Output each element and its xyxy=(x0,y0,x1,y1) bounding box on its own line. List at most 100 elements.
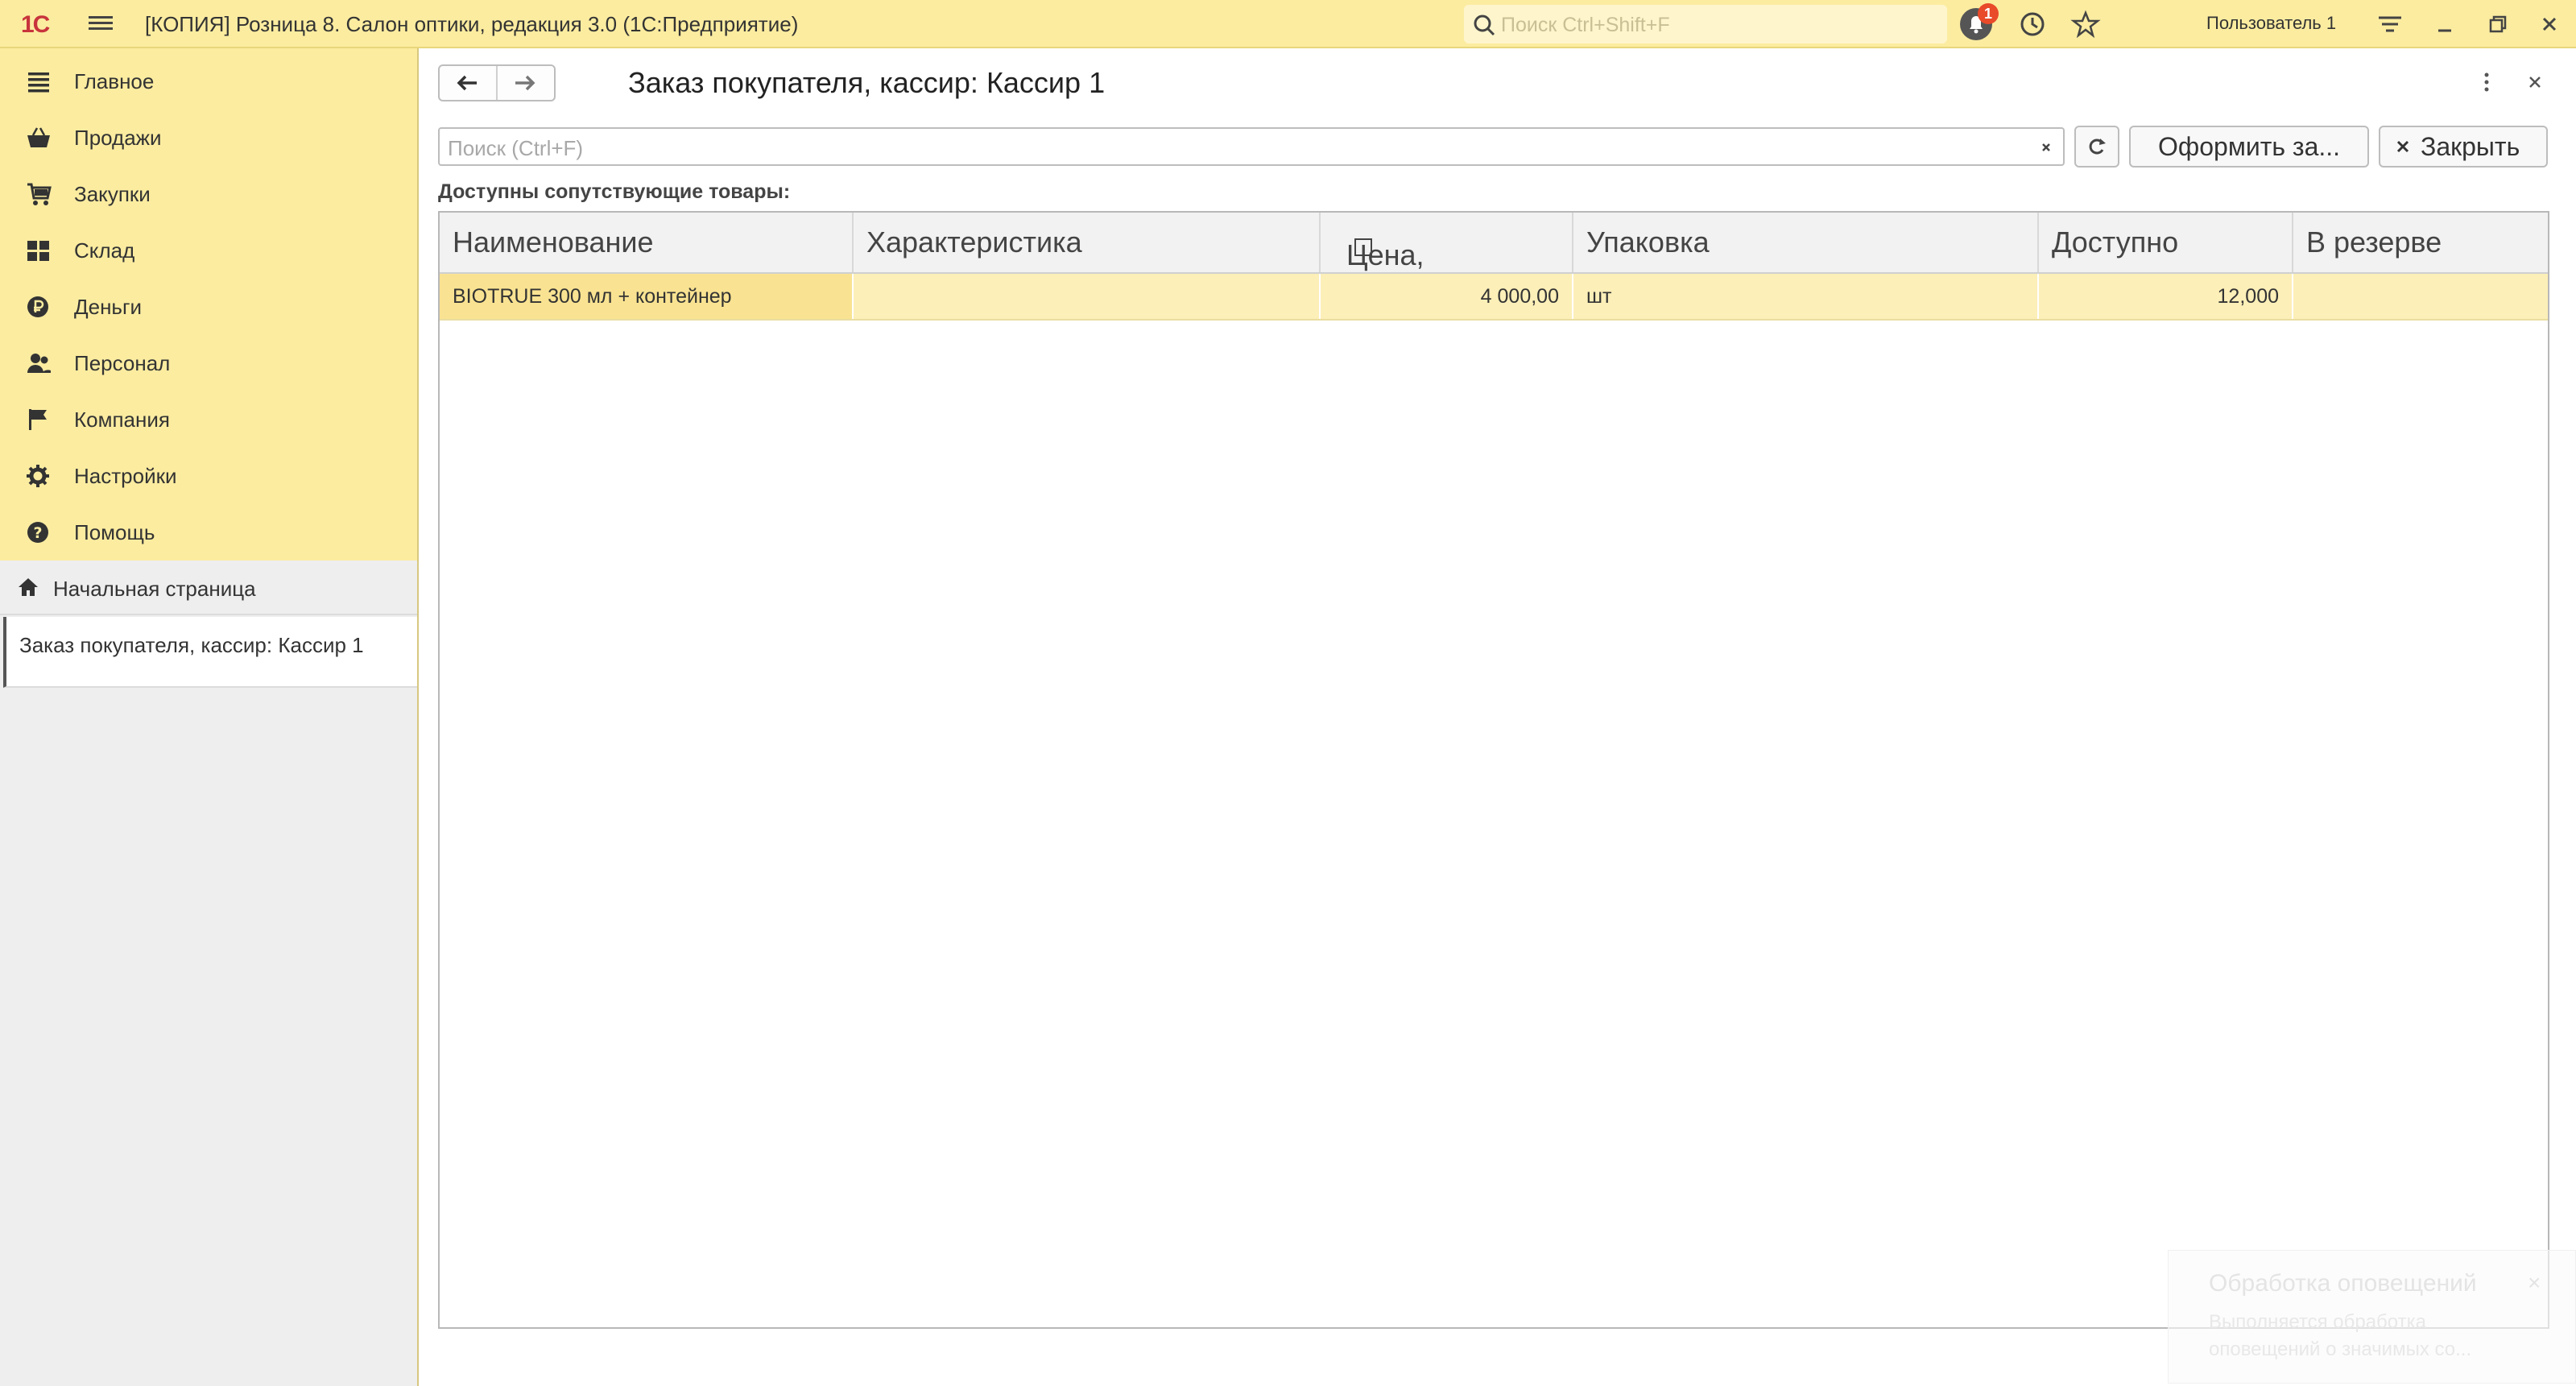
sidebar-item-sales[interactable]: Продажи xyxy=(0,110,417,164)
clear-search-button[interactable] xyxy=(2029,127,2065,166)
column-header-label: В резерве xyxy=(2306,225,2442,259)
gear-icon xyxy=(27,465,49,487)
table-header: Наименование Характеристика Цена, Упаков… xyxy=(440,213,2548,274)
global-search-input[interactable]: Поиск Ctrl+Shift+F xyxy=(1464,5,1947,43)
notification-close-icon[interactable]: × xyxy=(2528,1270,2541,1296)
ruble-icon xyxy=(27,296,48,317)
related-goods-table: Наименование Характеристика Цена, Упаков… xyxy=(438,211,2549,1329)
notification-title: Обработка оповещений xyxy=(2209,1270,2477,1297)
open-window-item[interactable]: Заказ покупателя, кассир: Кассир 1 xyxy=(3,617,417,688)
flag-icon xyxy=(29,409,47,430)
column-header-package[interactable]: Упаковка xyxy=(1573,213,2039,272)
cell-reserved[interactable] xyxy=(2293,274,2548,319)
arrow-right-icon xyxy=(515,75,535,91)
home-icon xyxy=(19,578,38,596)
place-order-label: Оформить за... xyxy=(2158,132,2341,161)
open-window-label: Заказ покупателя, кассир: Кассир 1 xyxy=(19,633,364,657)
column-header-label: Упаковка xyxy=(1586,225,1710,259)
more-actions-icon[interactable] xyxy=(2472,68,2501,97)
notification-toast[interactable]: Обработка оповещений × Выполняется обраб… xyxy=(2168,1250,2576,1384)
column-header-characteristic[interactable]: Характеристика xyxy=(854,213,1321,272)
column-header-reserved[interactable]: В резерве xyxy=(2293,213,2548,272)
favorites-star-icon[interactable] xyxy=(2068,6,2103,42)
refresh-icon xyxy=(2089,139,2106,155)
people-icon xyxy=(27,354,51,373)
history-icon[interactable] xyxy=(2015,6,2050,42)
sidebar-item-help[interactable]: ? Помощь xyxy=(0,504,417,559)
place-order-button[interactable]: Оформить за... xyxy=(2129,126,2369,168)
close-icon xyxy=(2396,140,2409,153)
title-bar: 1С [КОПИЯ] Розница 8. Салон оптики, реда… xyxy=(0,0,2576,48)
refresh-button[interactable] xyxy=(2074,126,2119,168)
sidebar-item-label: Продажи xyxy=(74,126,162,150)
sidebar-item-label: Персонал xyxy=(74,351,171,375)
clear-icon xyxy=(2042,143,2050,151)
cell-package[interactable]: шт xyxy=(1573,274,2039,319)
help-icon: ? xyxy=(27,522,48,543)
sidebar-item-label: Компания xyxy=(74,408,170,432)
column-header-name[interactable]: Наименование xyxy=(440,213,854,272)
sidebar-item-label: Склад xyxy=(74,238,135,263)
history-nav xyxy=(438,64,556,101)
notifications-badge: 1 xyxy=(1978,3,1999,24)
warehouse-grid-icon xyxy=(27,241,49,261)
sidebar-item-label: Закупки xyxy=(74,182,151,206)
search-icon xyxy=(1474,14,1495,36)
cart-icon xyxy=(27,183,52,205)
app-title: [КОПИЯ] Розница 8. Салон оптики, редакци… xyxy=(145,12,799,36)
currency-checkbox-icon xyxy=(1354,238,1372,256)
sidebar-item-label: Главное xyxy=(74,69,155,93)
cell-text: 12,000 xyxy=(2217,285,2279,308)
menu-lines-icon xyxy=(28,72,49,93)
cell-text: 4 000,00 xyxy=(1480,285,1559,308)
close-window-icon[interactable] xyxy=(2533,8,2566,40)
forward-button[interactable] xyxy=(498,66,554,100)
form-title: Заказ покупателя, кассир: Кассир 1 xyxy=(628,66,1106,99)
sidebar-item-company[interactable]: Компания xyxy=(0,391,417,446)
svg-text:?: ? xyxy=(33,524,42,542)
home-page-link[interactable]: Начальная страница xyxy=(0,561,417,615)
cell-text: шт xyxy=(1586,285,1612,308)
section-label: Доступны сопутствующие товары: xyxy=(438,180,791,203)
sidebar-item-label: Настройки xyxy=(74,464,177,488)
sidebar-item-label: Помощь xyxy=(74,520,155,544)
sidebar-item-settings[interactable]: Настройки xyxy=(0,448,417,503)
sidebar-item-purchases[interactable]: Закупки xyxy=(0,166,417,221)
sidebar-item-money[interactable]: Деньги xyxy=(0,279,417,333)
sidebar-item-label: Деньги xyxy=(74,295,142,319)
home-page-label: Начальная страница xyxy=(53,577,256,601)
global-search-placeholder: Поиск Ctrl+Shift+F xyxy=(1501,14,1670,36)
search-placeholder: Поиск (Ctrl+F) xyxy=(448,136,584,160)
back-button[interactable] xyxy=(440,66,498,100)
1c-logo: 1С xyxy=(21,11,50,38)
restore-window-icon[interactable] xyxy=(2482,8,2514,40)
sidebar-item-warehouse[interactable]: Склад xyxy=(0,222,417,277)
basket-icon xyxy=(27,127,50,147)
cell-price[interactable]: 4 000,00 xyxy=(1321,274,1573,319)
column-header-label: Доступно xyxy=(2052,225,2179,259)
close-button[interactable]: Закрыть xyxy=(2379,126,2548,168)
main-menu-icon[interactable] xyxy=(89,13,113,35)
cell-text: BIOTRUE 300 мл + контейнер xyxy=(453,285,732,308)
minimize-icon[interactable] xyxy=(2429,8,2461,40)
cell-characteristic[interactable] xyxy=(854,274,1321,319)
sidebar-item-personnel[interactable]: Персонал xyxy=(0,335,417,390)
column-header-available[interactable]: Доступно xyxy=(2039,213,2293,272)
arrow-left-icon xyxy=(457,75,477,91)
column-header-label: Характеристика xyxy=(866,225,1082,259)
open-windows-panel: Начальная страница Заказ покупателя, кас… xyxy=(0,561,417,1386)
cell-name[interactable]: BIOTRUE 300 мл + контейнер xyxy=(440,274,854,319)
column-header-label: Наименование xyxy=(453,225,654,259)
notification-text: Выполняется обработка оповещений о значи… xyxy=(2209,1311,2472,1360)
cell-available[interactable]: 12,000 xyxy=(2039,274,2293,319)
sections-panel: Главное Продажи Закупки Склад Деньги Пер… xyxy=(0,48,419,1386)
close-label: Закрыть xyxy=(2421,132,2520,161)
table-row[interactable]: BIOTRUE 300 мл + контейнер 4 000,00 шт 1… xyxy=(440,274,2548,321)
user-name[interactable]: Пользователь 1 xyxy=(2206,13,2336,34)
notifications-bell-icon[interactable]: 1 xyxy=(1958,3,1999,42)
sidebar-item-main[interactable]: Главное xyxy=(0,53,417,108)
search-input[interactable]: Поиск (Ctrl+F) xyxy=(438,127,2031,166)
close-form-icon[interactable] xyxy=(2520,68,2549,97)
settings-menu-icon[interactable] xyxy=(2374,8,2406,40)
column-header-price[interactable]: Цена, xyxy=(1321,213,1573,272)
